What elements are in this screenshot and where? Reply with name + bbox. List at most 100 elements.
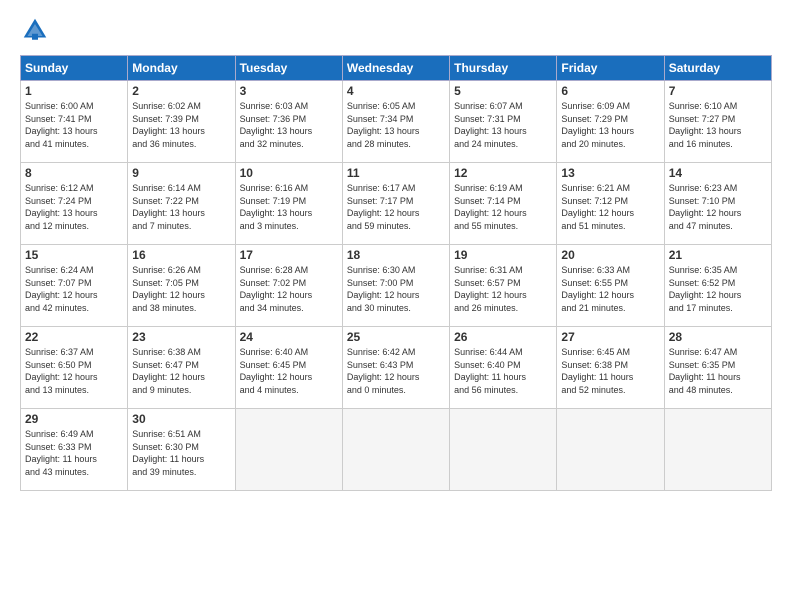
calendar-cell: 11 Sunrise: 6:17 AM Sunset: 7:17 PM Dayli… [342, 163, 449, 245]
calendar-cell: 28Sunrise: 6:47 AM Sunset: 6:35 PM Dayli… [664, 327, 771, 409]
day-info: Sunrise: 6:45 AM Sunset: 6:38 PM Dayligh… [561, 346, 659, 396]
day-number: 1 [25, 84, 123, 98]
day-number: 3 [240, 84, 338, 98]
day-number: 7 [669, 84, 767, 98]
logo [20, 15, 54, 45]
day-number: 9 [132, 166, 230, 180]
calendar-cell: 1 Sunrise: 6:00 AM Sunset: 7:41 PM Daylig… [21, 81, 128, 163]
day-info: Sunrise: 6:07 AM Sunset: 7:31 PM Dayligh… [454, 100, 552, 150]
day-info: Sunrise: 6:28 AM Sunset: 7:02 PM Dayligh… [240, 264, 338, 314]
day-info: Sunrise: 6:51 AM Sunset: 6:30 PM Dayligh… [132, 428, 230, 478]
day-info: Sunrise: 6:40 AM Sunset: 6:45 PM Dayligh… [240, 346, 338, 396]
calendar-cell: 25Sunrise: 6:42 AM Sunset: 6:43 PM Dayli… [342, 327, 449, 409]
day-number: 22 [25, 330, 123, 344]
day-info: Sunrise: 6:16 AM Sunset: 7:19 PM Dayligh… [240, 182, 338, 232]
day-number: 2 [132, 84, 230, 98]
calendar-cell: 7 Sunrise: 6:10 AM Sunset: 7:27 PM Daylig… [664, 81, 771, 163]
day-info: Sunrise: 6:10 AM Sunset: 7:27 PM Dayligh… [669, 100, 767, 150]
weekday-header-saturday: Saturday [664, 56, 771, 81]
calendar-cell: 5 Sunrise: 6:07 AM Sunset: 7:31 PM Daylig… [450, 81, 557, 163]
day-number: 17 [240, 248, 338, 262]
day-number: 8 [25, 166, 123, 180]
weekday-header-tuesday: Tuesday [235, 56, 342, 81]
page: SundayMondayTuesdayWednesdayThursdayFrid… [0, 0, 792, 612]
calendar-cell [557, 409, 664, 491]
day-number: 12 [454, 166, 552, 180]
calendar-cell: 23Sunrise: 6:38 AM Sunset: 6:47 PM Dayli… [128, 327, 235, 409]
day-number: 20 [561, 248, 659, 262]
calendar-cell [235, 409, 342, 491]
calendar-cell: 20 Sunrise: 6:33 AM Sunset: 6:55 PM Dayli… [557, 245, 664, 327]
calendar-cell: 22 Sunrise: 6:37 AM Sunset: 6:50 PM Dayli… [21, 327, 128, 409]
day-number: 18 [347, 248, 445, 262]
calendar-cell: 19 Sunrise: 6:31 AM Sunset: 6:57 PM Dayli… [450, 245, 557, 327]
day-info: Sunrise: 6:49 AM Sunset: 6:33 PM Dayligh… [25, 428, 123, 478]
day-number: 26 [454, 330, 552, 344]
weekday-header-monday: Monday [128, 56, 235, 81]
calendar-cell: 27 Sunrise: 6:45 AM Sunset: 6:38 PM Dayli… [557, 327, 664, 409]
day-info: Sunrise: 6:35 AM Sunset: 6:52 PM Dayligh… [669, 264, 767, 314]
day-info: Sunrise: 6:44 AM Sunset: 6:40 PM Dayligh… [454, 346, 552, 396]
calendar-cell: 21 Sunrise: 6:35 AM Sunset: 6:52 PM Dayli… [664, 245, 771, 327]
calendar-cell: 2 Sunrise: 6:02 AM Sunset: 7:39 PM Daylig… [128, 81, 235, 163]
calendar-cell: 16 Sunrise: 6:26 AM Sunset: 7:05 PM Dayli… [128, 245, 235, 327]
calendar-cell: 26 Sunrise: 6:44 AM Sunset: 6:40 PM Dayli… [450, 327, 557, 409]
day-info: Sunrise: 6:30 AM Sunset: 7:00 PM Dayligh… [347, 264, 445, 314]
day-number: 21 [669, 248, 767, 262]
day-info: Sunrise: 6:17 AM Sunset: 7:17 PM Dayligh… [347, 182, 445, 232]
day-info: Sunrise: 6:03 AM Sunset: 7:36 PM Dayligh… [240, 100, 338, 150]
day-number: 30 [132, 412, 230, 426]
weekday-header-sunday: Sunday [21, 56, 128, 81]
day-info: Sunrise: 6:33 AM Sunset: 6:55 PM Dayligh… [561, 264, 659, 314]
day-info: Sunrise: 6:02 AM Sunset: 7:39 PM Dayligh… [132, 100, 230, 150]
logo-icon [20, 15, 50, 45]
day-number: 14 [669, 166, 767, 180]
day-number: 10 [240, 166, 338, 180]
calendar-cell: 13 Sunrise: 6:21 AM Sunset: 7:12 PM Dayli… [557, 163, 664, 245]
calendar-cell [450, 409, 557, 491]
calendar-cell: 4Sunrise: 6:05 AM Sunset: 7:34 PM Daylig… [342, 81, 449, 163]
calendar-cell: 8 Sunrise: 6:12 AM Sunset: 7:24 PM Daylig… [21, 163, 128, 245]
calendar-cell: 30 Sunrise: 6:51 AM Sunset: 6:30 PM Dayli… [128, 409, 235, 491]
day-number: 11 [347, 166, 445, 180]
day-number: 27 [561, 330, 659, 344]
calendar-cell: 15 Sunrise: 6:24 AM Sunset: 7:07 PM Dayli… [21, 245, 128, 327]
calendar-cell [664, 409, 771, 491]
day-number: 13 [561, 166, 659, 180]
day-number: 6 [561, 84, 659, 98]
day-info: Sunrise: 6:00 AM Sunset: 7:41 PM Dayligh… [25, 100, 123, 150]
weekday-header-row: SundayMondayTuesdayWednesdayThursdayFrid… [21, 56, 772, 81]
calendar-week-row: 15 Sunrise: 6:24 AM Sunset: 7:07 PM Dayli… [21, 245, 772, 327]
calendar-week-row: 8 Sunrise: 6:12 AM Sunset: 7:24 PM Daylig… [21, 163, 772, 245]
calendar-cell: 12 Sunrise: 6:19 AM Sunset: 7:14 PM Dayli… [450, 163, 557, 245]
day-info: Sunrise: 6:19 AM Sunset: 7:14 PM Dayligh… [454, 182, 552, 232]
calendar-cell: 10 Sunrise: 6:16 AM Sunset: 7:19 PM Dayli… [235, 163, 342, 245]
header [20, 15, 772, 45]
day-number: 16 [132, 248, 230, 262]
calendar-cell: 3 Sunrise: 6:03 AM Sunset: 7:36 PM Daylig… [235, 81, 342, 163]
weekday-header-friday: Friday [557, 56, 664, 81]
day-info: Sunrise: 6:14 AM Sunset: 7:22 PM Dayligh… [132, 182, 230, 232]
day-info: Sunrise: 6:24 AM Sunset: 7:07 PM Dayligh… [25, 264, 123, 314]
calendar-cell: 9 Sunrise: 6:14 AM Sunset: 7:22 PM Daylig… [128, 163, 235, 245]
day-info: Sunrise: 6:26 AM Sunset: 7:05 PM Dayligh… [132, 264, 230, 314]
day-info: Sunrise: 6:37 AM Sunset: 6:50 PM Dayligh… [25, 346, 123, 396]
calendar-cell: 29 Sunrise: 6:49 AM Sunset: 6:33 PM Dayli… [21, 409, 128, 491]
calendar-week-row: 22 Sunrise: 6:37 AM Sunset: 6:50 PM Dayli… [21, 327, 772, 409]
calendar-cell: 6Sunrise: 6:09 AM Sunset: 7:29 PM Daylig… [557, 81, 664, 163]
day-number: 19 [454, 248, 552, 262]
weekday-header-thursday: Thursday [450, 56, 557, 81]
day-number: 15 [25, 248, 123, 262]
calendar-cell: 14Sunrise: 6:23 AM Sunset: 7:10 PM Dayli… [664, 163, 771, 245]
day-info: Sunrise: 6:21 AM Sunset: 7:12 PM Dayligh… [561, 182, 659, 232]
day-info: Sunrise: 6:31 AM Sunset: 6:57 PM Dayligh… [454, 264, 552, 314]
day-number: 5 [454, 84, 552, 98]
day-number: 29 [25, 412, 123, 426]
day-info: Sunrise: 6:12 AM Sunset: 7:24 PM Dayligh… [25, 182, 123, 232]
day-number: 24 [240, 330, 338, 344]
day-number: 23 [132, 330, 230, 344]
calendar-cell: 24 Sunrise: 6:40 AM Sunset: 6:45 PM Dayli… [235, 327, 342, 409]
calendar-week-row: 29 Sunrise: 6:49 AM Sunset: 6:33 PM Dayli… [21, 409, 772, 491]
day-info: Sunrise: 6:47 AM Sunset: 6:35 PM Dayligh… [669, 346, 767, 396]
day-info: Sunrise: 6:42 AM Sunset: 6:43 PM Dayligh… [347, 346, 445, 396]
